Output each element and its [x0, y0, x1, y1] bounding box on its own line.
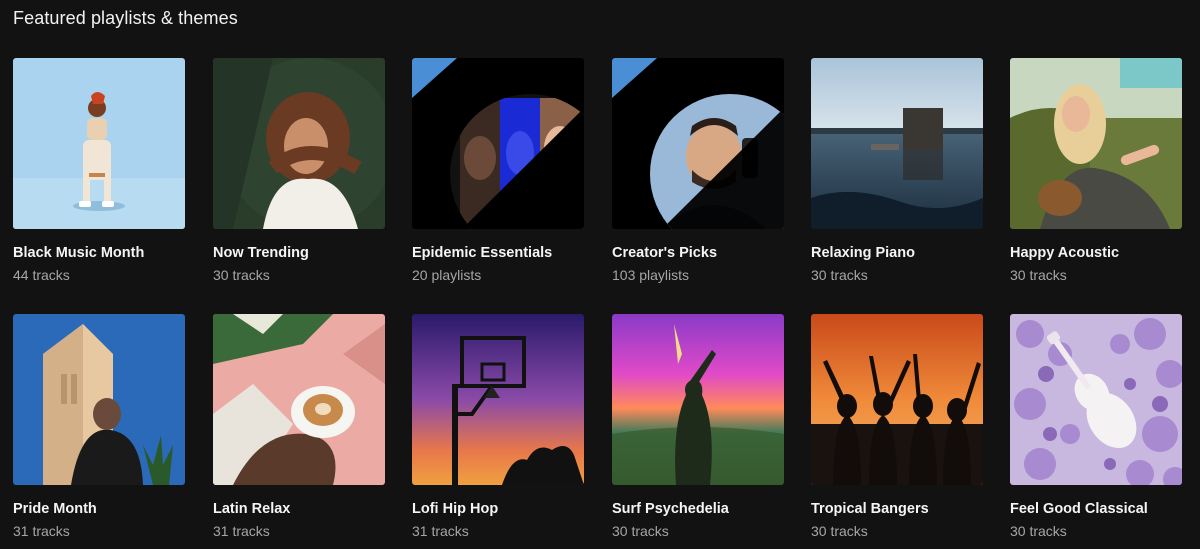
- playlist-cover-image[interactable]: [612, 314, 784, 485]
- playlist-cover-image[interactable]: [13, 58, 185, 229]
- playlist-title[interactable]: Black Music Month: [13, 245, 144, 261]
- playlist-cover-image[interactable]: [1010, 314, 1182, 485]
- playlist-title[interactable]: Epidemic Essentials: [412, 245, 552, 261]
- playlist-track-count: 20 playlists: [412, 267, 482, 283]
- playlist-title[interactable]: Now Trending: [213, 245, 309, 261]
- playlist-cover-image[interactable]: [1010, 58, 1182, 229]
- playlist-card-surf-psychedelia[interactable]: Surf Psychedelia 30 tracks: [612, 314, 784, 539]
- playlist-card-creators-picks[interactable]: Creator's Picks 103 playlists: [612, 58, 784, 283]
- playlist-cover-image[interactable]: [13, 314, 185, 485]
- playlist-title[interactable]: Relaxing Piano: [811, 245, 915, 261]
- playlist-title[interactable]: Creator's Picks: [612, 245, 717, 261]
- playlist-card-lofi-hip-hop[interactable]: Lofi Hip Hop 31 tracks: [412, 314, 584, 539]
- playlist-track-count: 31 tracks: [412, 523, 469, 539]
- playlist-card-pride-month[interactable]: Pride Month 31 tracks: [13, 314, 185, 539]
- playlist-title[interactable]: Lofi Hip Hop: [412, 501, 498, 517]
- playlist-card-black-music-month[interactable]: Black Music Month 44 tracks: [13, 58, 185, 283]
- playlist-track-count: 30 tracks: [811, 523, 868, 539]
- playlist-title[interactable]: Feel Good Classical: [1010, 501, 1148, 517]
- playlist-card-happy-acoustic[interactable]: Happy Acoustic 30 tracks: [1010, 58, 1182, 283]
- playlist-title[interactable]: Latin Relax: [213, 501, 290, 517]
- playlist-track-count: 30 tracks: [811, 267, 868, 283]
- playlist-track-count: 30 tracks: [213, 267, 270, 283]
- playlist-track-count: 44 tracks: [13, 267, 70, 283]
- playlist-title[interactable]: Happy Acoustic: [1010, 245, 1119, 261]
- playlist-cover-image[interactable]: [612, 58, 784, 229]
- playlist-card-latin-relax[interactable]: Latin Relax 31 tracks: [213, 314, 385, 539]
- playlist-cover-image[interactable]: [412, 314, 584, 485]
- section-title: Featured playlists & themes: [13, 8, 238, 28]
- playlist-track-count: 103 playlists: [612, 267, 690, 283]
- playlist-track-count: 30 tracks: [1010, 523, 1067, 539]
- playlist-track-count: 30 tracks: [1010, 267, 1067, 283]
- playlist-cover-image[interactable]: [213, 58, 385, 229]
- playlist-track-count: 31 tracks: [213, 523, 270, 539]
- playlist-card-epidemic-essentials[interactable]: Epidemic Essentials 20 playlists: [412, 58, 584, 283]
- playlist-title[interactable]: Tropical Bangers: [811, 501, 929, 517]
- playlist-card-relaxing-piano[interactable]: Relaxing Piano 30 tracks: [811, 58, 983, 283]
- playlist-cover-image[interactable]: [811, 58, 983, 229]
- playlist-card-tropical-bangers[interactable]: Tropical Bangers 30 tracks: [811, 314, 983, 539]
- playlist-cover-image[interactable]: [412, 58, 584, 229]
- playlist-cover-image[interactable]: [811, 314, 983, 485]
- playlist-title[interactable]: Surf Psychedelia: [612, 501, 729, 517]
- playlist-card-feel-good-classical[interactable]: Feel Good Classical 30 tracks: [1010, 314, 1182, 539]
- playlist-track-count: 31 tracks: [13, 523, 70, 539]
- playlist-title[interactable]: Pride Month: [13, 501, 97, 517]
- playlist-track-count: 30 tracks: [612, 523, 669, 539]
- playlist-card-now-trending[interactable]: Now Trending 30 tracks: [213, 58, 385, 283]
- playlist-cover-image[interactable]: [213, 314, 385, 485]
